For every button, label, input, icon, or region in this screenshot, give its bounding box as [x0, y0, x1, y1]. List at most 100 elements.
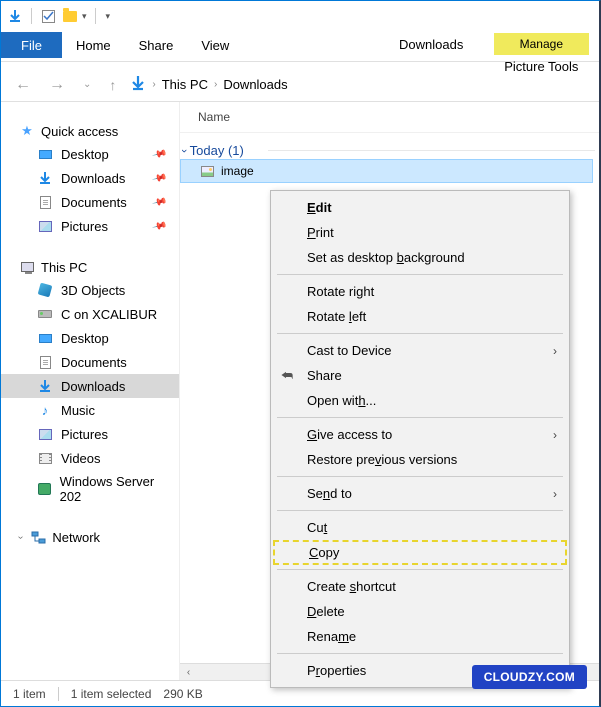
menu-item-open-with[interactable]: Open with... [271, 388, 569, 413]
checkbox-icon[interactable] [40, 8, 56, 24]
sidebar-item-pictures[interactable]: Pictures 📌 [1, 214, 179, 238]
sidebar-item-downloads[interactable]: Downloads 📌 [1, 166, 179, 190]
contextual-tab-manage[interactable]: Manage [494, 33, 589, 55]
pin-icon: 📌 [151, 218, 167, 234]
breadcrumb-downloads[interactable]: Downloads [223, 77, 287, 92]
sidebar-item-label: Pictures [61, 427, 108, 442]
menu-item-restore-versions[interactable]: Restore previous versions [271, 447, 569, 472]
pictures-icon [37, 426, 53, 442]
menu-item-create-shortcut[interactable]: Create shortcut [271, 574, 569, 599]
nav-back-icon[interactable]: ← [11, 74, 35, 96]
sidebar-item-music[interactable]: ♪ Music [1, 398, 179, 422]
sidebar-item-label: Videos [61, 451, 101, 466]
star-icon: ★ [19, 123, 35, 139]
watermark: CLOUDZY.COM [472, 665, 587, 689]
videos-icon [37, 450, 53, 466]
image-file-icon [199, 163, 215, 179]
menu-item-set-background[interactable]: Set as desktop background [271, 245, 569, 270]
menu-item-delete[interactable]: Delete [271, 599, 569, 624]
chevron-right-icon: › [553, 344, 557, 358]
menu-item-cast[interactable]: Cast to Device› [271, 338, 569, 363]
menu-separator [277, 569, 563, 570]
chevron-right-icon[interactable]: › [152, 79, 155, 90]
music-icon: ♪ [37, 402, 53, 418]
sidebar-item-label: Music [61, 403, 95, 418]
status-item-count: 1 item [13, 687, 46, 701]
tab-share[interactable]: Share [125, 32, 188, 59]
tab-view[interactable]: View [187, 32, 243, 59]
sidebar-item-label: Pictures [61, 219, 108, 234]
sidebar-item-label: Downloads [61, 171, 125, 186]
status-size: 290 KB [163, 687, 202, 701]
pin-icon: 📌 [151, 170, 167, 186]
sidebar-item-downloads[interactable]: Downloads [1, 374, 179, 398]
sidebar-item-documents[interactable]: Documents 📌 [1, 190, 179, 214]
file-row-image[interactable]: image [180, 159, 593, 183]
sidebar-item-desktop[interactable]: Desktop 📌 [1, 142, 179, 166]
sidebar-item-label: C on XCALIBUR [61, 307, 157, 322]
menu-separator [277, 333, 563, 334]
column-header-name[interactable]: Name [180, 102, 599, 133]
sidebar-item-pictures[interactable]: Pictures [1, 422, 179, 446]
file-name-label: image [221, 164, 254, 178]
contextual-tab-picture-tools[interactable]: Picture Tools [496, 55, 586, 78]
group-separator [268, 150, 595, 151]
ribbon-contextual: Manage Picture Tools [494, 31, 599, 78]
sidebar-item-videos[interactable]: Videos [1, 446, 179, 470]
desktop-icon [37, 146, 53, 162]
nav-forward-icon[interactable]: → [45, 74, 69, 96]
breadcrumb-this-pc[interactable]: This PC [162, 77, 208, 92]
pc-icon [19, 259, 35, 275]
menu-item-cut[interactable]: Cut [271, 515, 569, 540]
sidebar-this-pc[interactable]: This PC [1, 256, 179, 278]
sidebar-item-label: Documents [61, 195, 127, 210]
tab-file[interactable]: File [1, 32, 62, 58]
sidebar-item-label: Desktop [61, 147, 109, 162]
menu-item-give-access[interactable]: Give access to› [271, 422, 569, 447]
sidebar-item-label: Windows Server 202 [60, 474, 169, 504]
breadcrumb[interactable]: › This PC › Downloads [130, 75, 287, 94]
pictures-icon [37, 218, 53, 234]
sidebar-item-label: 3D Objects [61, 283, 125, 298]
menu-separator [277, 417, 563, 418]
sidebar-item-3d-objects[interactable]: 3D Objects [1, 278, 179, 302]
menu-item-rotate-left[interactable]: Rotate left [271, 304, 569, 329]
sidebar-item-documents[interactable]: Documents [1, 350, 179, 374]
navigation-pane: ★ Quick access Desktop 📌 Downloads 📌 [1, 102, 179, 680]
separator [58, 687, 59, 701]
menu-item-rotate-right[interactable]: Rotate right [271, 279, 569, 304]
down-arrow-icon[interactable] [7, 8, 23, 24]
ribbon-tabs: File Home Share View [1, 31, 243, 59]
sidebar-item-drive-c[interactable]: C on XCALIBUR [1, 302, 179, 326]
pin-icon: 📌 [151, 194, 167, 210]
menu-item-edit[interactable]: Edit [271, 195, 569, 220]
menu-item-rename[interactable]: Rename [271, 624, 569, 649]
folder-icon[interactable] [62, 8, 78, 24]
network-icon [30, 529, 46, 545]
qa-overflow-icon[interactable]: ▾ [106, 11, 111, 22]
sidebar-item-desktop[interactable]: Desktop [1, 326, 179, 350]
drive-icon [37, 481, 52, 497]
nav-up-icon[interactable]: ↑ [105, 75, 120, 95]
chevron-right-icon: › [553, 428, 557, 442]
sidebar-item-label: Desktop [61, 331, 109, 346]
sidebar-label: This PC [41, 260, 87, 275]
chevron-right-icon[interactable]: › [15, 535, 26, 538]
nav-recent-icon[interactable]: ⌄ [79, 77, 95, 92]
sidebar-label: Quick access [41, 124, 118, 139]
document-icon [37, 354, 53, 370]
menu-item-send-to[interactable]: Send to› [271, 481, 569, 506]
menu-item-print[interactable]: Print [271, 220, 569, 245]
menu-item-share[interactable]: ⮪Share [271, 363, 569, 388]
download-icon [37, 170, 53, 186]
scroll-left-icon[interactable]: ‹ [180, 664, 197, 681]
pin-icon: 📌 [151, 146, 167, 162]
menu-item-copy[interactable]: Copy [273, 540, 567, 565]
sidebar-quick-access[interactable]: ★ Quick access [1, 120, 179, 142]
chevron-right-icon[interactable]: › [214, 79, 217, 90]
drive-icon [37, 306, 53, 322]
tab-home[interactable]: Home [62, 32, 125, 59]
qa-dropdown-icon[interactable]: ▾ [82, 11, 87, 22]
sidebar-item-windows-server[interactable]: Windows Server 202 [1, 470, 179, 508]
sidebar-network[interactable]: › Network [1, 526, 179, 548]
